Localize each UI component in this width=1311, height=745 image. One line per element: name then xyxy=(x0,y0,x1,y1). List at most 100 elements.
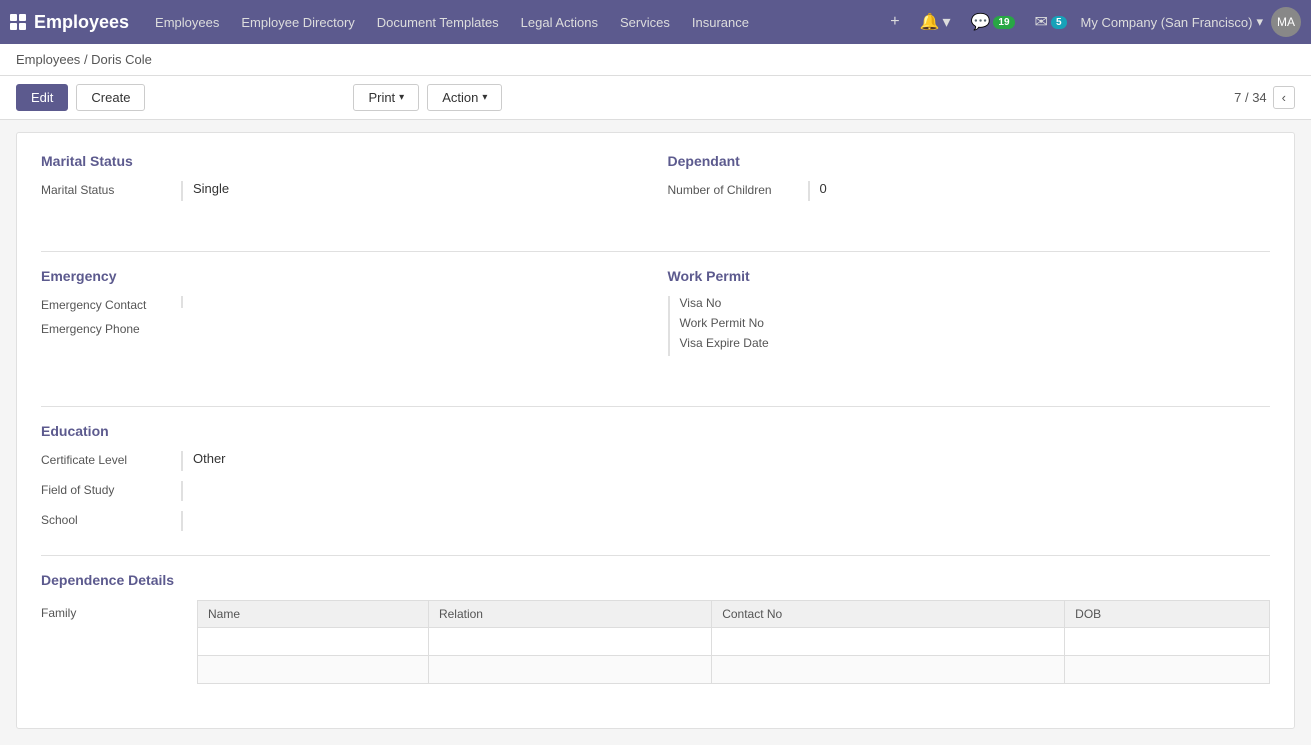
app-title: Employees xyxy=(34,12,129,33)
col-name: Name xyxy=(198,601,429,628)
notification-button[interactable]: 🔔 ▾ xyxy=(914,8,957,36)
row2-dob xyxy=(1065,656,1270,684)
school-label: School xyxy=(41,511,181,527)
emergency-block: Emergency Emergency Contact Emergency Ph… xyxy=(41,268,644,366)
col-relation: Relation xyxy=(428,601,711,628)
dependence-details-title: Dependence Details xyxy=(41,572,1270,588)
action-button[interactable]: Action ▾ xyxy=(427,84,502,111)
nav-services[interactable]: Services xyxy=(610,9,680,36)
field-of-study-value xyxy=(181,481,1270,501)
work-permit-no-label: Work Permit No xyxy=(680,316,769,330)
edit-button[interactable]: Edit xyxy=(16,84,68,111)
print-label: Print xyxy=(368,90,395,105)
table-row xyxy=(198,628,1270,656)
action-label: Action xyxy=(442,90,478,105)
emergency-values xyxy=(181,296,193,308)
field-of-study-label: Field of Study xyxy=(41,481,181,497)
prev-record-button[interactable]: ‹ xyxy=(1273,86,1295,109)
number-of-children-row: Number of Children 0 xyxy=(668,181,1271,201)
message-button[interactable]: ✉ 5 xyxy=(1029,8,1073,36)
nav-insurance[interactable]: Insurance xyxy=(682,9,759,36)
number-of-children-value: 0 xyxy=(808,181,1271,201)
marital-status-block: Marital Status Marital Status Single xyxy=(41,153,644,211)
family-section: Family Name Relation Contact No DOB xyxy=(41,600,1270,684)
education-block: Education Certificate Level Other Field … xyxy=(41,423,1270,531)
bell-icon: 🔔 xyxy=(920,12,940,32)
nav-links: Employees Employee Directory Document Te… xyxy=(145,9,878,36)
col-contact-no: Contact No xyxy=(712,601,1065,628)
work-permit-title: Work Permit xyxy=(668,268,1271,284)
user-initials: MA xyxy=(1277,15,1295,29)
nav-employee-directory[interactable]: Employee Directory xyxy=(231,9,364,36)
divider-1 xyxy=(41,251,1270,252)
main-content: Marital Status Marital Status Single Dep… xyxy=(0,132,1311,745)
toolbar: Edit Create Print ▾ Action ▾ 7 / 34 ‹ xyxy=(0,76,1311,120)
row2-relation xyxy=(428,656,711,684)
add-button[interactable]: + xyxy=(884,9,905,35)
marital-status-label: Marital Status xyxy=(41,181,181,197)
row1-contact xyxy=(712,628,1065,656)
pagination-text: 7 / 34 xyxy=(1234,90,1267,105)
chat-icon: 💬 xyxy=(971,12,991,32)
education-title: Education xyxy=(41,423,1270,439)
pagination-control: 7 / 34 ‹ xyxy=(1234,86,1295,109)
top-right-controls: + 🔔 ▾ 💬 19 ✉ 5 My Company (San Francisco… xyxy=(884,7,1301,37)
marital-status-row: Marital Status Single xyxy=(41,181,644,201)
message-badge: 5 xyxy=(1051,16,1067,29)
emergency-workpermit-section: Emergency Emergency Contact Emergency Ph… xyxy=(41,268,1270,390)
work-permit-fields: Visa No Work Permit No Visa Expire Date xyxy=(668,296,769,356)
company-name: My Company (San Francisco) xyxy=(1081,15,1253,30)
certificate-level-value: Other xyxy=(181,451,1270,471)
family-table: Name Relation Contact No DOB xyxy=(197,600,1270,684)
work-permit-block: Work Permit Visa No Work Permit No Visa … xyxy=(668,268,1271,366)
family-table-body xyxy=(198,628,1270,684)
breadcrumb-parent[interactable]: Employees xyxy=(16,52,80,67)
emergency-contact-row: Emergency Contact Emergency Phone xyxy=(41,296,644,336)
field-of-study-row: Field of Study xyxy=(41,481,1270,501)
family-table-header: Name Relation Contact No DOB xyxy=(198,601,1270,628)
action-caret: ▾ xyxy=(482,92,487,103)
breadcrumb: Employees / Doris Cole xyxy=(0,44,1311,76)
print-caret: ▾ xyxy=(399,92,404,103)
employee-form-card: Marital Status Marital Status Single Dep… xyxy=(16,132,1295,729)
row1-relation xyxy=(428,628,711,656)
create-button[interactable]: Create xyxy=(76,84,145,111)
company-caret: ▾ xyxy=(1256,14,1263,30)
print-button[interactable]: Print ▾ xyxy=(353,84,419,111)
nav-employees[interactable]: Employees xyxy=(145,9,229,36)
row1-dob xyxy=(1065,628,1270,656)
row2-name xyxy=(198,656,429,684)
row1-name xyxy=(198,628,429,656)
grid-icon xyxy=(10,14,26,30)
certificate-level-label: Certificate Level xyxy=(41,451,181,467)
divider-3 xyxy=(41,555,1270,556)
school-row: School xyxy=(41,511,1270,531)
work-permit-fields-row: Visa No Work Permit No Visa Expire Date xyxy=(668,296,1271,356)
marital-dependant-section: Marital Status Marital Status Single Dep… xyxy=(41,153,1270,235)
row2-contact xyxy=(712,656,1065,684)
marital-status-value: Single xyxy=(181,181,644,201)
emergency-phone-label: Emergency Phone xyxy=(41,320,181,336)
message-icon: ✉ xyxy=(1035,12,1048,32)
chat-button[interactable]: 💬 19 xyxy=(965,8,1021,36)
emergency-contact-label: Emergency Contact xyxy=(41,296,181,312)
col-dob: DOB xyxy=(1065,601,1270,628)
marital-status-title: Marital Status xyxy=(41,153,644,169)
certificate-level-row: Certificate Level Other xyxy=(41,451,1270,471)
visa-no-label: Visa No xyxy=(680,296,769,310)
divider-2 xyxy=(41,406,1270,407)
breadcrumb-current: Doris Cole xyxy=(91,52,152,67)
number-of-children-label: Number of Children xyxy=(668,181,808,197)
nav-document-templates[interactable]: Document Templates xyxy=(367,9,509,36)
avatar[interactable]: MA xyxy=(1271,7,1301,37)
school-value xyxy=(181,511,1270,531)
family-table-wrap: Name Relation Contact No DOB xyxy=(197,600,1270,684)
dependence-details-block: Dependence Details Family Name Relation … xyxy=(41,572,1270,684)
nav-legal-actions[interactable]: Legal Actions xyxy=(511,9,608,36)
app-logo: Employees xyxy=(10,12,129,33)
emergency-title: Emergency xyxy=(41,268,644,284)
visa-expire-label: Visa Expire Date xyxy=(680,336,769,350)
chat-badge: 19 xyxy=(993,16,1014,29)
company-selector[interactable]: My Company (San Francisco) ▾ xyxy=(1081,14,1263,30)
dependant-title: Dependant xyxy=(668,153,1271,169)
